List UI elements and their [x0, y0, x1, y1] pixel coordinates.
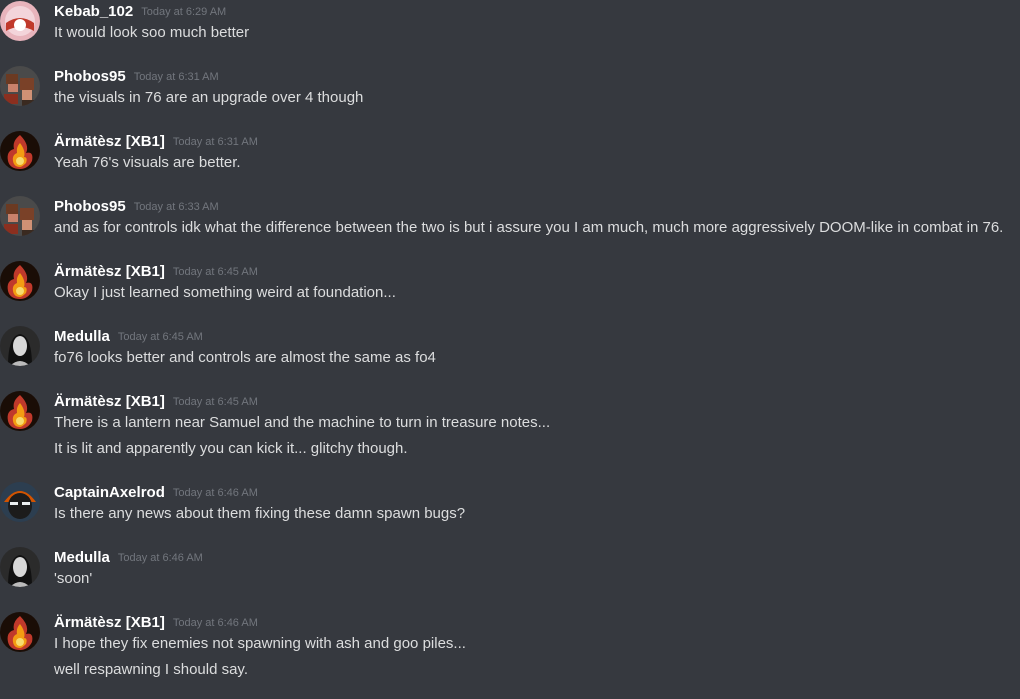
chat-message: Medulla Today at 6:45 AM fo76 looks better… [0, 326, 1020, 369]
author-name[interactable]: Ärmätèsz [XB1] [54, 133, 165, 150]
author-name[interactable]: Ärmätèsz [XB1] [54, 393, 165, 410]
message-timestamp: Today at 6:46 AM [172, 487, 258, 499]
message-text: It would look soo much better [54, 24, 250, 41]
message-text: Okay I just learned something weird at f… [54, 284, 396, 301]
message-text: the visuals in 76 are an upgrade over 4 … [54, 89, 364, 106]
author-name[interactable]: Ärmätèsz [XB1] [54, 263, 165, 280]
author-name[interactable]: Phobos95 [54, 68, 126, 85]
message-timestamp: Today at 6:31 AM [133, 71, 219, 83]
message-text: and as for controls idk what the differe… [54, 219, 1004, 236]
message-header: Medulla Today at 6:46 AM [54, 547, 203, 569]
message-header: Ärmätèsz [XB1] Today at 6:31 AM [54, 131, 258, 153]
message-timestamp: Today at 6:31 AM [172, 136, 258, 148]
chat-message: Ärmätèsz [XB1] Today at 6:31 AM Yeah 76's … [0, 131, 1020, 174]
flame-avatar[interactable] [0, 612, 40, 652]
message-timestamp: Today at 6:45 AM [172, 266, 258, 278]
message-header: Ärmätèsz [XB1] Today at 6:46 AM [54, 612, 258, 634]
message-timestamp: Today at 6:45 AM [172, 396, 258, 408]
grayscale-portrait-avatar[interactable] [0, 547, 40, 587]
masked-face-avatar[interactable] [0, 482, 40, 522]
flame-avatar[interactable] [0, 261, 40, 301]
message-timestamp: Today at 6:46 AM [172, 617, 258, 629]
author-name[interactable]: Medulla [54, 549, 110, 566]
chat-message: Kebab_102 Today at 6:29 AM It would look s… [0, 1, 1020, 44]
message-header: Phobos95 Today at 6:31 AM [54, 66, 219, 88]
author-name[interactable]: CaptainAxelrod [54, 484, 165, 501]
pink-avatar[interactable] [0, 1, 40, 41]
grayscale-portrait-avatar[interactable] [0, 326, 40, 366]
chat-message: Ärmätèsz [XB1] Today at 6:46 AM I hope the… [0, 612, 1020, 681]
message-timestamp: Today at 6:46 AM [117, 552, 203, 564]
message-text: Yeah 76's visuals are better. [54, 154, 241, 171]
chat-message: Medulla Today at 6:46 AM 'soon' [0, 547, 1020, 590]
chat-message-list: Kebab_102 Today at 6:29 AM It would look s… [0, 0, 1020, 699]
message-text: Is there any news about them fixing thes… [54, 505, 466, 522]
message-header: CaptainAxelrod Today at 6:46 AM [54, 482, 258, 504]
flame-avatar[interactable] [0, 131, 40, 171]
message-text: fo76 looks better and controls are almos… [54, 349, 436, 366]
message-text: 'soon' [54, 570, 93, 587]
pixel-character-avatar[interactable] [0, 66, 40, 106]
message-text: well respawning I should say. [54, 661, 248, 678]
message-header: Ärmätèsz [XB1] Today at 6:45 AM [54, 391, 258, 413]
author-name[interactable]: Medulla [54, 328, 110, 345]
author-name[interactable]: Ärmätèsz [XB1] [54, 614, 165, 631]
message-header: Medulla Today at 6:45 AM [54, 326, 203, 348]
chat-message: Ärmätèsz [XB1] Today at 6:45 AM Okay I jus… [0, 261, 1020, 304]
chat-message: Phobos95 Today at 6:33 AM and as for contr… [0, 196, 1020, 239]
message-timestamp: Today at 6:33 AM [133, 201, 219, 213]
message-text: There is a lantern near Samuel and the m… [54, 414, 551, 431]
chat-message: Phobos95 Today at 6:31 AM the visuals in 7… [0, 66, 1020, 109]
author-name[interactable]: Phobos95 [54, 198, 126, 215]
chat-message: CaptainAxelrod Today at 6:46 AM Is there a… [0, 482, 1020, 525]
message-text: It is lit and apparently you can kick it… [54, 440, 408, 457]
message-header: Ärmätèsz [XB1] Today at 6:45 AM [54, 261, 258, 283]
message-timestamp: Today at 6:29 AM [141, 6, 227, 18]
message-header: Phobos95 Today at 6:33 AM [54, 196, 219, 218]
message-text: I hope they fix enemies not spawning wit… [54, 635, 466, 652]
message-timestamp: Today at 6:45 AM [117, 331, 203, 343]
chat-message: Ärmätèsz [XB1] Today at 6:45 AM There is a… [0, 391, 1020, 460]
message-header: Kebab_102 Today at 6:29 AM [54, 1, 226, 23]
flame-avatar[interactable] [0, 391, 40, 431]
author-name[interactable]: Kebab_102 [54, 3, 133, 20]
pixel-character-avatar[interactable] [0, 196, 40, 236]
